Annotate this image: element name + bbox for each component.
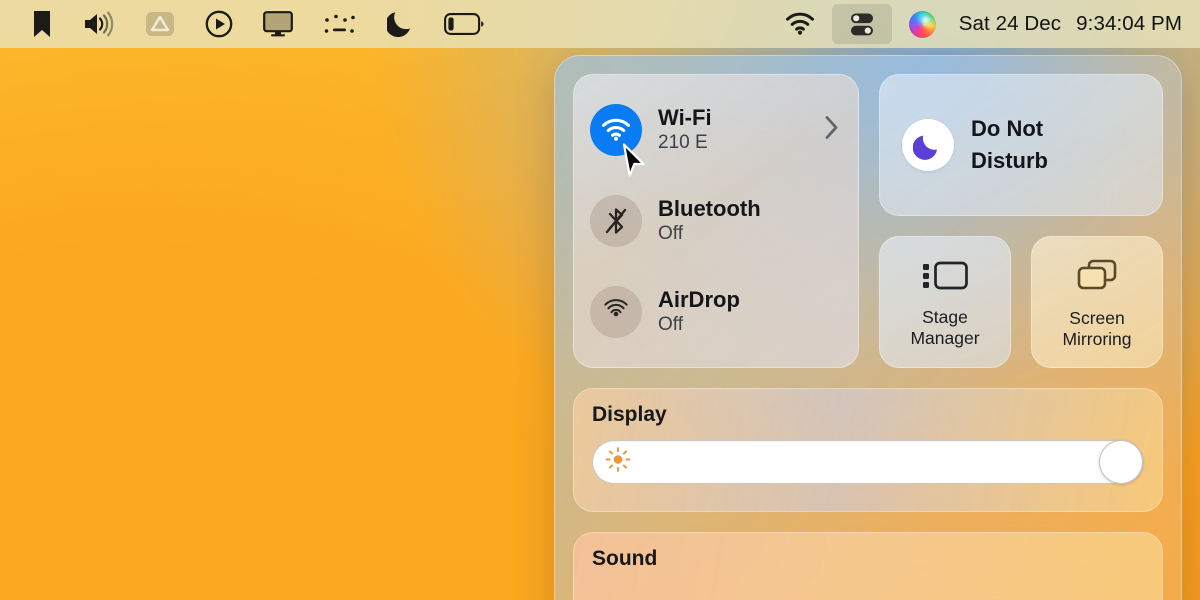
wifi-title: Wi-Fi [658,105,712,131]
display-icon[interactable] [248,0,308,48]
sun-icon [605,447,631,478]
stage-manager-line-2: Manager [910,328,980,348]
airdrop-text: AirDrop Off [658,287,740,337]
volume-icon[interactable] [68,0,130,48]
menu-bar-left-icons [0,0,499,48]
control-center-top-section: Wi-Fi 210 E Bluetooth Off AirDrop Off Do… [573,74,1163,368]
display-heading: Display [592,403,667,426]
dropbox-icon[interactable] [130,0,190,48]
sound-card: Sound [573,532,1163,600]
dnd-line-1: Do Not [971,116,1044,142]
screen-mirroring-line-1: Screen [1069,307,1125,328]
play-circle-icon[interactable] [190,0,248,48]
bluetooth-slash-icon[interactable] [590,195,642,247]
wifi-text: Wi-Fi 210 E [658,105,712,155]
battery-icon[interactable] [429,0,499,48]
bluetooth-text: Bluetooth Off [658,196,761,246]
display-card: Display [573,388,1163,512]
menu-bar: Sat 24 Dec 9:34:04 PM [0,0,1200,48]
chevron-right-icon[interactable] [824,115,840,146]
do-not-disturb-label: Do Not Disturb [971,113,1048,177]
stage-manager-label: Stage Manager [910,307,979,350]
airdrop-title: AirDrop [658,287,740,313]
wifi-icon[interactable] [770,0,830,48]
wifi-status: 210 E [658,132,708,154]
bluetooth-title: Bluetooth [658,196,761,222]
wifi-row[interactable]: Wi-Fi 210 E [590,93,842,167]
menu-bar-right-icons: Sat 24 Dec 9:34:04 PM [770,0,1200,48]
stage-manager-line-1: Stage [922,306,968,327]
control-center-icon[interactable] [831,4,892,44]
stage-manager-tile[interactable]: Stage Manager [879,236,1011,368]
moon-icon [902,119,954,171]
control-center-small-tiles: Stage Manager Screen Mirroring [879,236,1163,368]
brightness-slider-knob[interactable] [1099,440,1143,484]
airdrop-icon[interactable] [590,286,642,338]
do-not-disturb-icon[interactable] [372,0,429,48]
control-center-right-column: Do Not Disturb Stage Manager Screen Mirr… [879,74,1163,368]
keyboard-brightness-icon[interactable] [308,0,372,48]
stage-manager-icon [922,259,968,296]
screen-mirroring-tile[interactable]: Screen Mirroring [1031,236,1163,368]
siri-icon[interactable] [894,0,951,48]
screen-mirroring-label: Screen Mirroring [1062,308,1131,351]
brightness-slider[interactable] [592,440,1144,484]
bluetooth-status: Off [658,223,683,245]
wifi-icon[interactable] [590,104,642,156]
screen-mirroring-icon [1076,258,1118,297]
airdrop-status: Off [658,314,683,336]
dnd-line-2: Disturb [971,148,1048,173]
connectivity-card: Wi-Fi 210 E Bluetooth Off AirDrop Off [573,74,859,368]
bluetooth-row[interactable]: Bluetooth Off [590,184,842,258]
control-center-panel: Wi-Fi 210 E Bluetooth Off AirDrop Off Do… [554,55,1182,600]
sound-heading: Sound [592,547,658,570]
menu-bar-date: Sat 24 Dec [958,12,1062,35]
screen-mirroring-line-2: Mirroring [1062,329,1132,349]
do-not-disturb-tile[interactable]: Do Not Disturb [879,74,1163,216]
siri-orb [908,10,936,38]
airdrop-row[interactable]: AirDrop Off [590,275,842,349]
bookmark-icon[interactable] [16,0,68,48]
menu-bar-clock[interactable]: Sat 24 Dec 9:34:04 PM [951,12,1186,36]
menu-bar-time: 9:34:04 PM [1076,12,1182,35]
